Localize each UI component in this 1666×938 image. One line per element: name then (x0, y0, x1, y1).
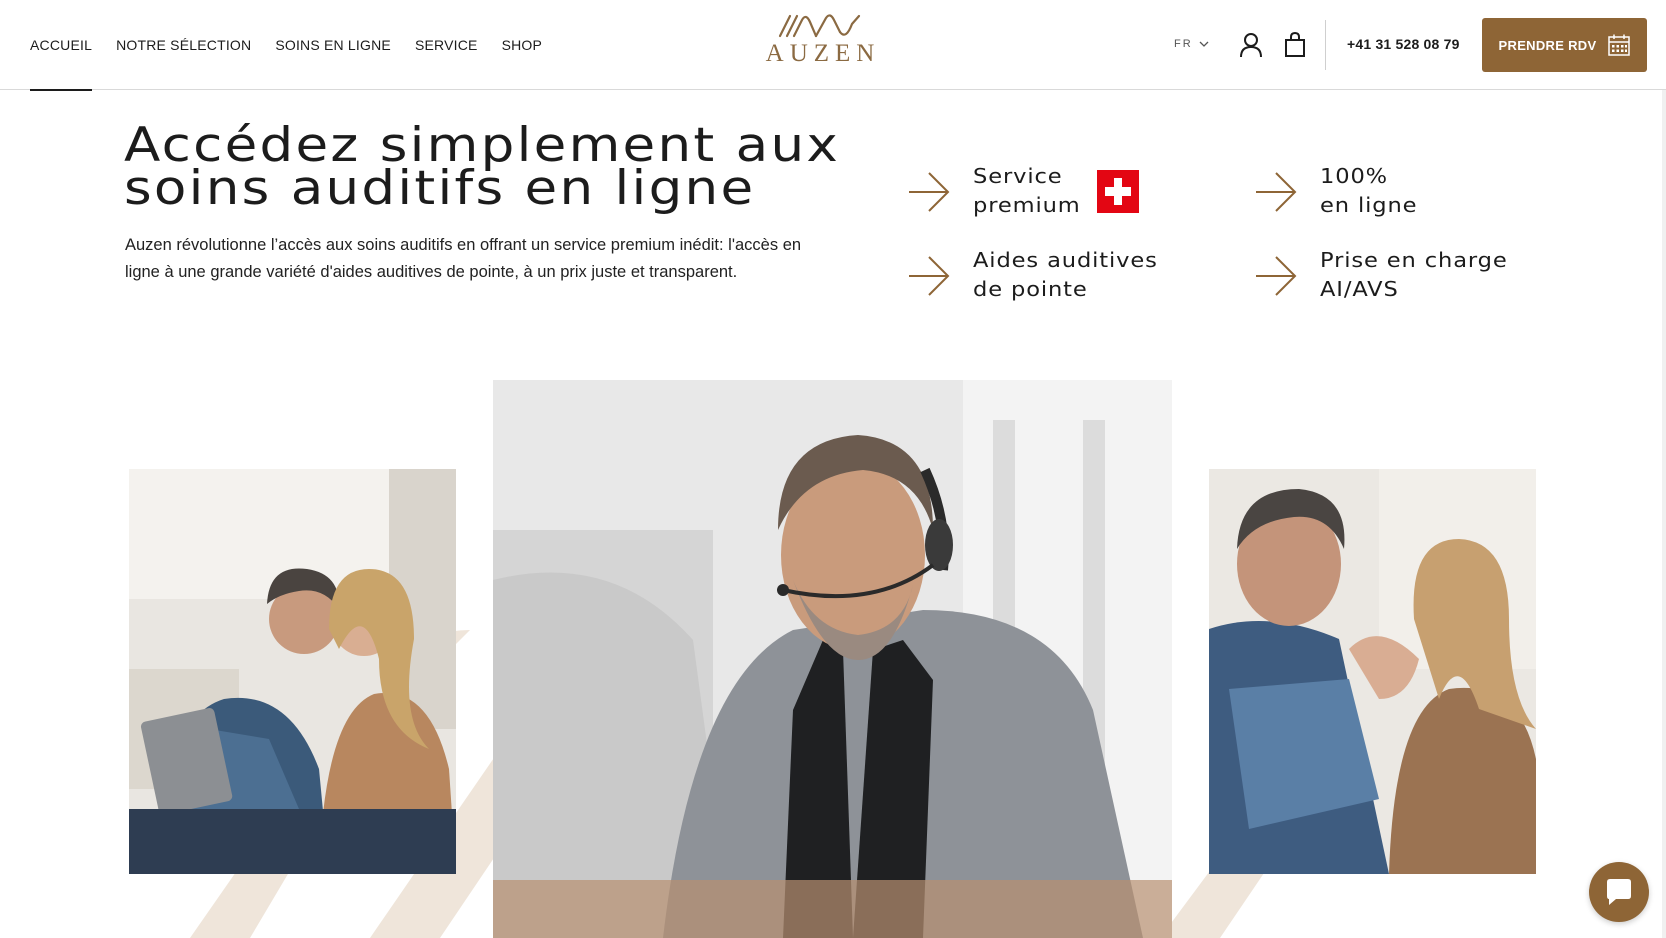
account-button[interactable] (1237, 30, 1265, 60)
smiling-couple-photo (1209, 469, 1536, 874)
phone-link[interactable]: +41 31 528 08 79 (1347, 36, 1460, 52)
header-divider (1325, 20, 1326, 70)
main-nav: ACCUEIL NOTRE SÉLECTION SOINS EN LIGNE S… (30, 0, 566, 91)
cta-label: PRENDRE RDV (1498, 37, 1597, 53)
scrollbar-track[interactable] (1662, 90, 1666, 938)
arrow-right-icon (1256, 256, 1297, 296)
logo-text: AUZEN (765, 40, 881, 67)
site-header: ACCUEIL NOTRE SÉLECTION SOINS EN LIGNE S… (0, 0, 1666, 91)
hero-title-line2: soins auditifs en ligne (124, 161, 756, 216)
feature-text: Prise en charge AI/AVS (1320, 246, 1508, 304)
language-label: FR (1174, 38, 1193, 50)
user-icon (1240, 33, 1262, 58)
feature-aides-auditives: Aides auditives de pointe (907, 246, 1157, 304)
prendre-rdv-button[interactable]: PRENDRE RDV (1482, 18, 1647, 72)
feature-service-premium: Service premium (907, 162, 1080, 220)
feature-line2: en ligne (1320, 193, 1418, 217)
auzen-logo[interactable]: AUZEN (766, 14, 874, 76)
feature-line2: de pointe (973, 277, 1088, 301)
chevron-down-icon (1199, 41, 1209, 47)
feature-en-ligne: 100% en ligne (1254, 162, 1417, 220)
language-selector[interactable]: FR (1174, 38, 1209, 50)
calendar-icon (1608, 34, 1631, 56)
nav-notre-selection[interactable]: NOTRE SÉLECTION (116, 0, 251, 90)
arrow-right-icon (909, 172, 950, 212)
swiss-flag-icon (1097, 170, 1139, 213)
feature-text: 100% en ligne (1320, 162, 1417, 220)
couple-with-tablet-photo (129, 469, 456, 874)
feature-line1: Service (973, 164, 1063, 188)
nav-service[interactable]: SERVICE (415, 0, 478, 90)
hero-description: Auzen révolutionne l’accès aux soins aud… (125, 236, 802, 281)
feature-text: Aides auditives de pointe (973, 246, 1158, 304)
nav-soins-en-ligne[interactable]: SOINS EN LIGNE (275, 0, 391, 90)
chat-icon (1607, 879, 1631, 905)
feature-line2: premium (973, 193, 1081, 217)
feature-line1: Prise en charge (1320, 248, 1508, 272)
feature-text: Service premium (973, 162, 1081, 220)
shopping-bag-icon (1285, 32, 1305, 57)
feature-line1: Aides auditives (973, 248, 1158, 272)
feature-line1: 100% (1320, 164, 1388, 188)
cart-button[interactable] (1281, 30, 1309, 60)
arrow-right-icon (909, 256, 950, 296)
nav-accueil[interactable]: ACCUEIL (30, 0, 93, 91)
feature-line2: AI/AVS (1320, 277, 1399, 301)
arrow-right-icon (1256, 172, 1297, 212)
audiologist-with-headset-photo (493, 380, 1172, 938)
nav-shop[interactable]: SHOP (502, 0, 542, 90)
feature-prise-en-charge: Prise en charge AI/AVS (1254, 246, 1507, 304)
chat-button[interactable] (1589, 862, 1649, 922)
hero-title: Accédez simplement aux soins auditifs en… (124, 122, 915, 216)
logo-mark-icon (778, 14, 861, 38)
